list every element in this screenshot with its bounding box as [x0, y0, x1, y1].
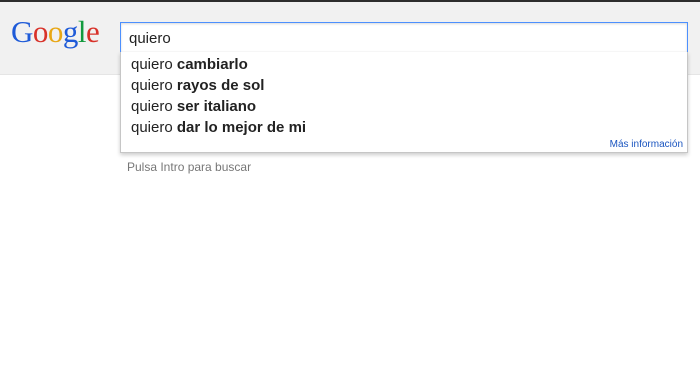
search-input[interactable] [129, 28, 669, 48]
logo-letter-e: e [86, 14, 100, 49]
logo-letter-o1: o [32, 14, 49, 49]
more-info-link[interactable]: Más información [610, 139, 683, 150]
logo-letter-g: G [11, 14, 33, 49]
suggestion-completion-text: dar lo mejor de mi [176, 119, 307, 136]
suggestion-item[interactable]: quiero dar lo mejor de mi [131, 117, 306, 138]
suggestion-item[interactable]: quiero ser italiano [131, 96, 256, 117]
suggestion-item[interactable]: quiero rayos de sol [131, 75, 264, 96]
google-logo[interactable]: Google [11, 14, 100, 49]
logo-letter-g2: g [62, 14, 79, 49]
suggestion-completion-text: cambiarlo [176, 56, 248, 73]
suggestion-typed-text: quiero [131, 98, 173, 115]
search-box[interactable] [120, 22, 688, 53]
autocomplete-dropdown: quiero cambiarlo quiero rayos de sol qui… [120, 52, 688, 153]
press-enter-hint: Pulsa Intro para buscar [127, 160, 252, 174]
suggestion-typed-text: quiero [131, 119, 173, 136]
suggestion-completion-text: ser italiano [176, 98, 257, 115]
logo-letter-l: l [77, 14, 87, 49]
suggestion-completion-text: rayos de sol [176, 77, 265, 94]
suggestion-item[interactable]: quiero cambiarlo [131, 54, 248, 75]
suggestion-typed-text: quiero [131, 56, 173, 73]
logo-letter-o2: o [47, 14, 64, 49]
suggestion-typed-text: quiero [131, 77, 173, 94]
